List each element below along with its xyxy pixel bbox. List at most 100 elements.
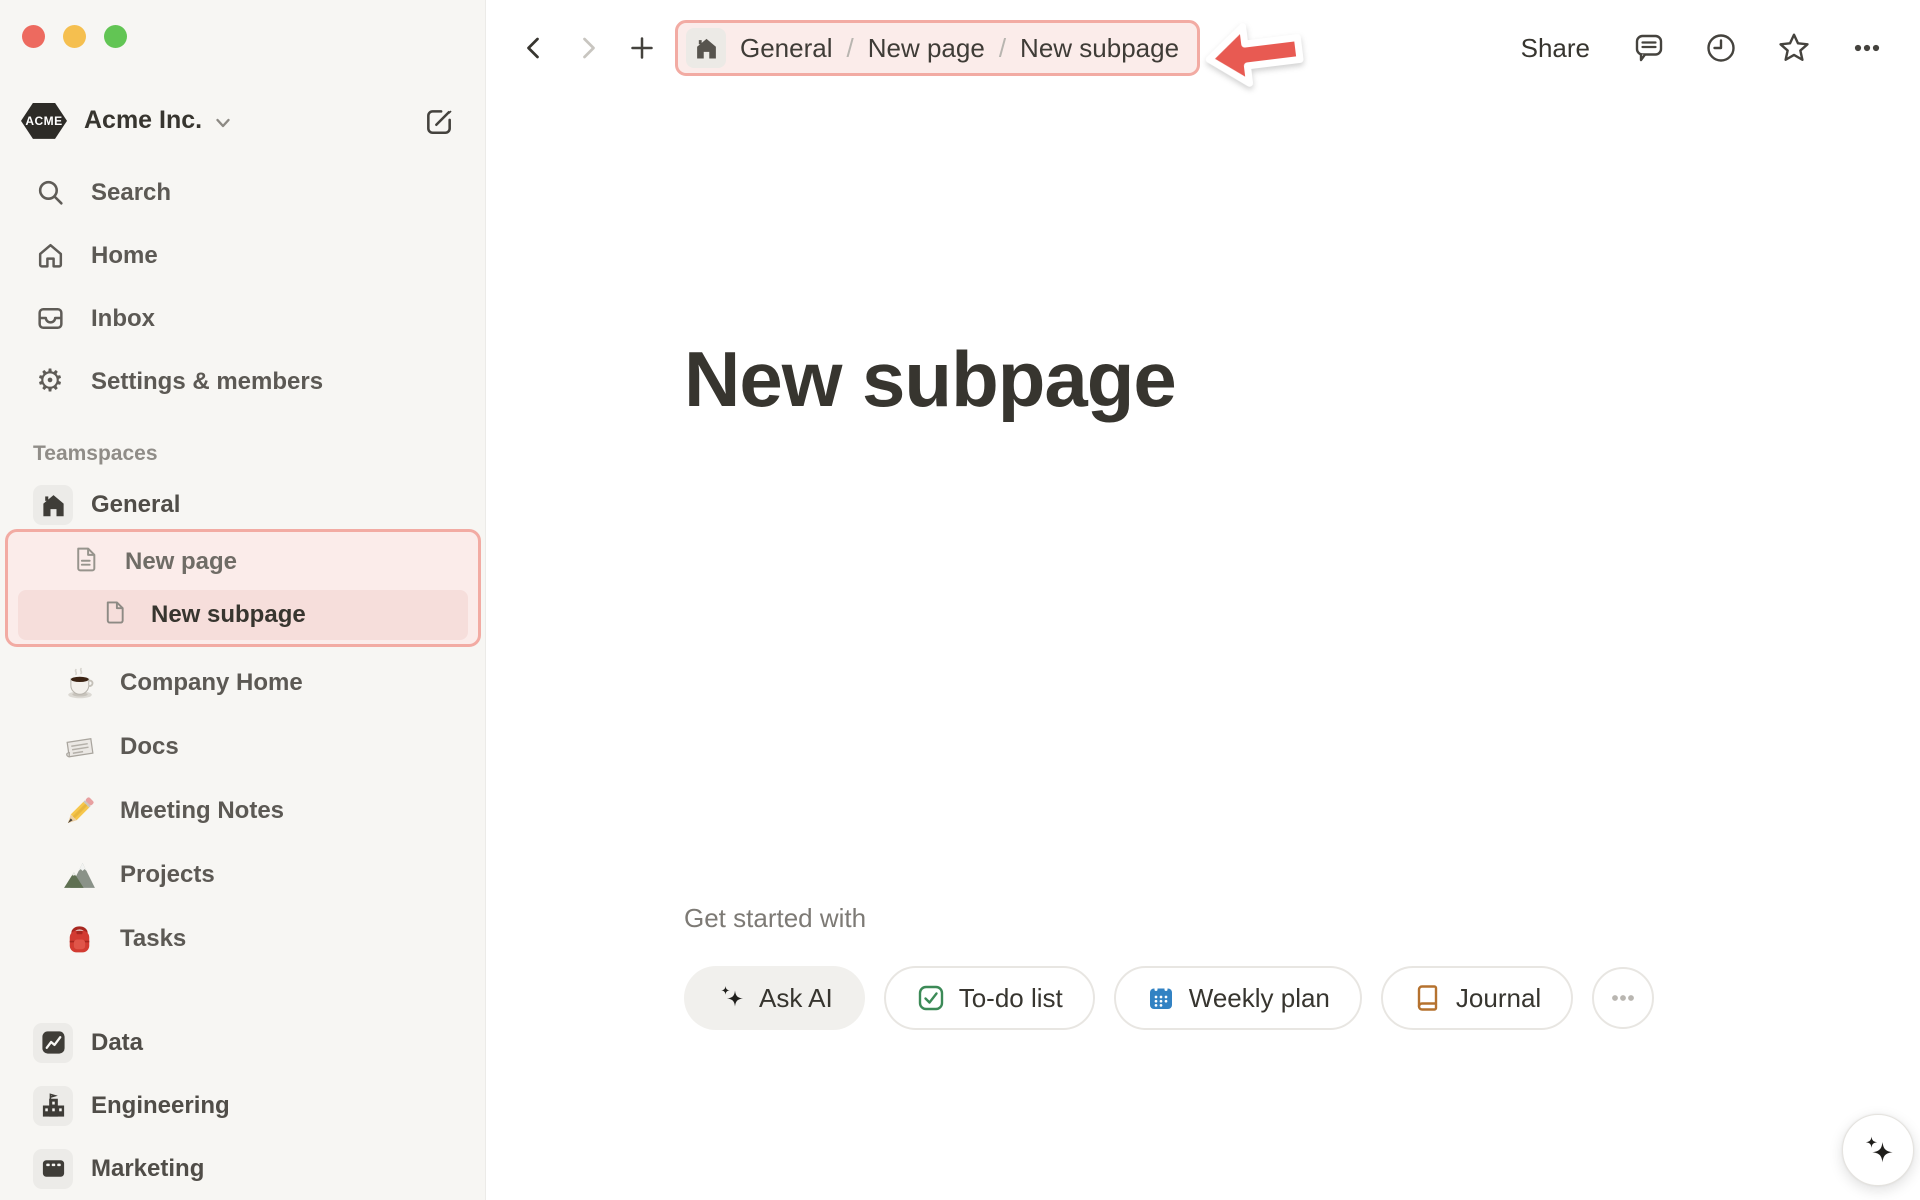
newspaper-emoji-icon [60,729,98,766]
share-button[interactable]: Share [1521,33,1590,64]
action-label: Weekly plan [1188,982,1330,1013]
sidebar-item-label: Marketing [91,1154,205,1182]
todo-list-button[interactable]: To-do list [883,966,1095,1030]
new-page-compose-icon[interactable] [423,105,455,137]
sidebar-item-data[interactable]: Data [0,1011,485,1074]
minimize-button[interactable] [63,25,86,48]
sidebar-item-label: Home [91,241,158,269]
plus-icon [631,37,653,59]
page-title[interactable]: New subpage [684,334,1920,425]
workspace-switcher[interactable]: ACME Acme Inc. [21,98,455,143]
action-label: Ask AI [759,982,833,1013]
sidebar-item-label: General [91,491,181,519]
sidebar-item-general[interactable]: General [0,481,485,529]
close-button[interactable] [22,25,45,48]
chevron-left-icon [527,37,539,59]
favorite-button[interactable] [1776,30,1812,66]
breadcrumb: General / New page / New subpage [675,20,1201,76]
sidebar-item-label: Docs [120,733,179,760]
pencil-emoji-icon [60,793,98,830]
sidebar-item-label: Inbox [91,304,155,332]
clock-icon [1707,34,1735,62]
back-button[interactable] [519,33,549,63]
get-started-label: Get started with [684,903,867,933]
comment-icon [1635,34,1663,62]
inbox-icon [33,303,67,334]
sidebar-item-new-page[interactable]: New page [8,534,478,590]
main-area: General / New page / New subpage Share N… [486,0,1920,1200]
page-lines-icon [72,546,99,578]
sidebar-item-marketing[interactable]: Marketing [0,1137,485,1200]
coffee-emoji-icon [60,665,98,702]
sidebar-item-label: Engineering [91,1091,230,1119]
other-teamspaces: Data Engineering Marketing [0,1011,485,1200]
action-label: Journal [1455,982,1542,1013]
sidebar-item-label: Meeting Notes [120,797,285,824]
sidebar-item-search[interactable]: Search [0,161,485,224]
sidebar-item-projects[interactable]: Projects [0,843,485,907]
sidebar-item-new-subpage-selected[interactable]: New subpage [18,590,468,640]
home-icon [33,240,67,271]
annotation-highlight-box: New page New subpage [5,529,481,647]
house-icon [686,28,726,68]
star-icon [1779,33,1809,61]
search-icon [33,177,67,208]
chevron-right-icon [583,37,595,59]
sidebar-item-tasks[interactable]: Tasks [0,907,485,971]
chevron-down-icon [216,118,230,128]
more-templates-button[interactable] [1592,967,1655,1029]
history-button[interactable] [1704,31,1738,65]
page-content: New subpage Get started with Ask AI To-d… [486,96,1920,1030]
sidebar-item-settings[interactable]: ⚙ Settings & members [0,350,485,413]
mountain-emoji-icon [60,857,98,894]
notion-window: ACME Acme Inc. Search Home Inbox ⚙ Setti… [0,0,1920,1200]
sidebar-item-label: Search [91,178,172,206]
workspace-name: Acme Inc. [84,106,203,135]
ellipsis-icon [1854,44,1880,52]
todo-checkbox-icon [918,985,943,1011]
breadcrumb-item-new-subpage[interactable]: New subpage [1020,33,1179,64]
sidebar-item-label: Data [91,1028,144,1056]
billboard-badge-icon [33,1148,73,1189]
ask-ai-button[interactable]: Ask AI [684,966,865,1030]
workspace-logo: ACME [21,102,67,139]
more-options-button[interactable] [1850,31,1884,65]
sidebar-item-home[interactable]: Home [0,224,485,287]
sidebar-item-label: New subpage [151,601,306,628]
house-badge-icon [33,485,73,526]
action-label: To-do list [958,982,1063,1013]
chart-badge-icon [33,1022,73,1063]
comments-button[interactable] [1632,31,1666,65]
ellipsis-icon [1612,995,1635,1001]
window-controls [0,0,485,62]
breadcrumb-item-general[interactable]: General [740,33,833,64]
sidebar-item-label: Settings & members [91,367,324,395]
sidebar-item-label: Company Home [120,669,303,696]
sparkles-icon [721,986,743,1007]
sidebar-item-label: Projects [120,861,215,888]
add-page-button[interactable] [627,33,657,63]
calendar-icon [1149,986,1172,1009]
breadcrumb-item-new-page[interactable]: New page [868,33,985,64]
gear-icon: ⚙ [36,363,64,400]
sidebar-item-label: Tasks [120,925,187,952]
sidebar-item-engineering[interactable]: Engineering [0,1074,485,1137]
sidebar-item-docs[interactable]: Docs [0,715,485,779]
journal-icon [1417,985,1438,1011]
breadcrumb-separator: / [846,32,854,63]
journal-button[interactable]: Journal [1380,966,1574,1030]
ai-sparkles-icon [1865,1136,1893,1163]
sidebar-item-label: New page [125,548,238,575]
annotation-arrow-left [1205,23,1304,87]
zoom-button[interactable] [104,25,127,48]
sidebar-item-company-home[interactable]: Company Home [0,651,485,715]
topbar-actions: Share [1521,30,1884,66]
sidebar-item-inbox[interactable]: Inbox [0,287,485,350]
forward-button[interactable] [573,33,603,63]
weekly-plan-button[interactable]: Weekly plan [1113,966,1362,1030]
sidebar-nav: Search Home Inbox ⚙ Settings & members [0,161,485,413]
teamspaces-section-label: Teamspaces [33,442,158,466]
notion-ai-button[interactable] [1842,1114,1914,1186]
template-actions: Ask AI To-do list Weekly plan Journal [684,966,1920,1030]
sidebar-item-meeting-notes[interactable]: Meeting Notes [0,779,485,843]
